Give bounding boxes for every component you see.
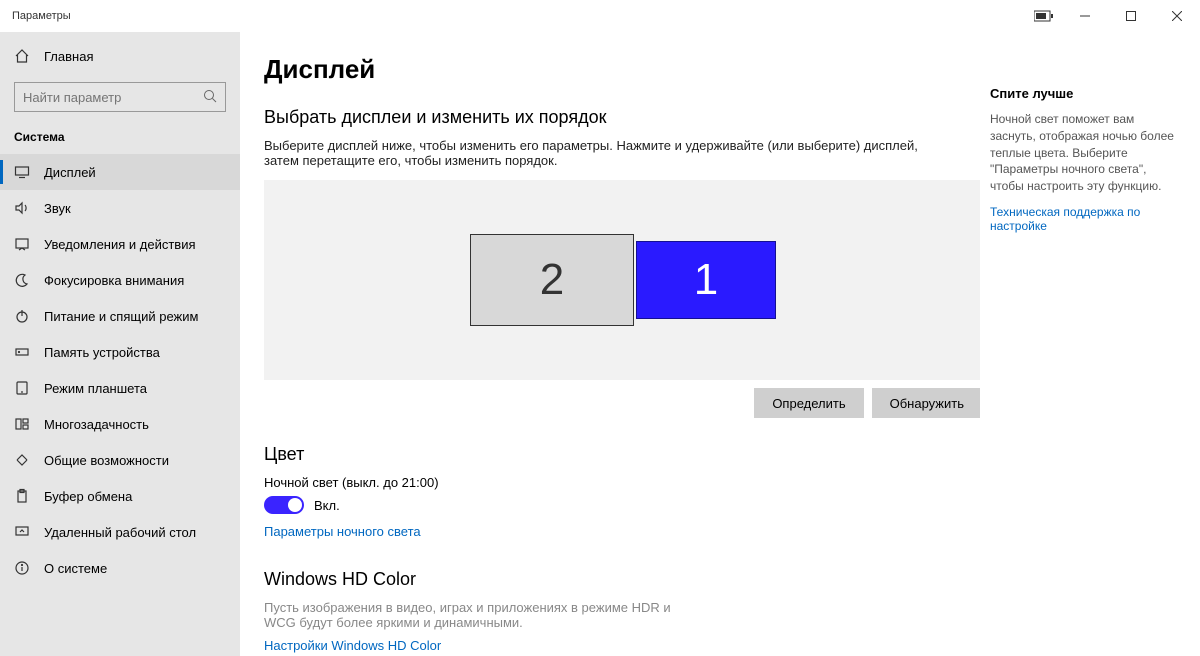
sidebar-item-multitask[interactable]: Многозадачность [0, 406, 240, 442]
night-light-toggle[interactable]: Вкл. [264, 496, 944, 514]
main-content: Дисплей Выбрать дисплеи и изменить их по… [240, 32, 980, 656]
sidebar-item-label: Фокусировка внимания [44, 273, 184, 288]
minimize-button[interactable] [1062, 0, 1108, 32]
window-title: Параметры [0, 10, 71, 22]
sidebar-item-label: Многозадачность [44, 417, 149, 432]
sidebar-item-label: Память устройства [44, 345, 160, 360]
identify-button[interactable]: Определить [754, 388, 863, 418]
color-heading: Цвет [264, 444, 944, 465]
arrange-heading: Выбрать дисплеи и изменить их порядок [264, 107, 944, 128]
search-icon [203, 89, 217, 106]
sidebar-item-about[interactable]: О системе [0, 550, 240, 586]
battery-icon [1034, 10, 1054, 22]
display-icon [14, 164, 30, 180]
detect-button[interactable]: Обнаружить [872, 388, 980, 418]
help-panel: Спите лучше Ночной свет поможет вам засн… [980, 32, 1200, 656]
sidebar-home-label: Главная [44, 49, 93, 64]
sidebar-group-title: Система [0, 116, 240, 154]
tablet-icon [14, 380, 30, 396]
hd-heading: Windows HD Color [264, 569, 944, 590]
maximize-button[interactable] [1108, 0, 1154, 32]
night-light-label: Ночной свет (выкл. до 21:00) [264, 475, 944, 490]
hd-desc: Пусть изображения в видео, играх и прило… [264, 600, 684, 630]
sidebar-item-sound[interactable]: Звук [0, 190, 240, 226]
sidebar-home[interactable]: Главная [0, 38, 240, 74]
monitor-2[interactable]: 2 [470, 234, 634, 326]
display-buttons: Определить Обнаружить [264, 388, 980, 418]
sidebar-item-label: Звук [44, 201, 71, 216]
page-title: Дисплей [264, 54, 944, 85]
multitask-icon [14, 416, 30, 432]
display-arrange-canvas[interactable]: 2 1 [264, 180, 980, 380]
titlebar: Параметры [0, 0, 1200, 32]
sidebar-item-clipboard[interactable]: Буфер обмена [0, 478, 240, 514]
monitor-1[interactable]: 1 [636, 241, 776, 319]
sidebar-item-label: Удаленный рабочий стол [44, 525, 196, 540]
sidebar-item-label: Дисплей [44, 165, 96, 180]
sidebar: Главная Система Дисплей Звук Уведомления… [0, 32, 240, 656]
sidebar-item-display[interactable]: Дисплей [0, 154, 240, 190]
monitor-2-label: 2 [540, 255, 564, 305]
search-wrap [0, 74, 240, 116]
power-icon [14, 308, 30, 324]
sidebar-item-tablet[interactable]: Режим планшета [0, 370, 240, 406]
hd-settings-link[interactable]: Настройки Windows HD Color [264, 638, 441, 653]
sidebar-item-shared[interactable]: Общие возможности [0, 442, 240, 478]
help-title: Спите лучше [990, 86, 1182, 101]
night-light-settings-link[interactable]: Параметры ночного света [264, 524, 421, 539]
sidebar-item-label: Уведомления и действия [44, 237, 196, 252]
search-box[interactable] [14, 82, 226, 112]
help-link[interactable]: Техническая поддержка по настройке [990, 205, 1182, 233]
clipboard-icon [14, 488, 30, 504]
sidebar-item-storage[interactable]: Память устройства [0, 334, 240, 370]
sound-icon [14, 200, 30, 216]
sidebar-item-label: О системе [44, 561, 107, 576]
notifications-icon [14, 236, 30, 252]
sidebar-item-label: Режим планшета [44, 381, 147, 396]
arrange-desc: Выберите дисплей ниже, чтобы изменить ег… [264, 138, 944, 168]
sidebar-item-remote[interactable]: Удаленный рабочий стол [0, 514, 240, 550]
help-text: Ночной свет поможет вам заснуть, отображ… [990, 111, 1182, 195]
storage-icon [14, 344, 30, 360]
sidebar-item-focus[interactable]: Фокусировка внимания [0, 262, 240, 298]
remote-icon [14, 524, 30, 540]
toggle-state: Вкл. [314, 498, 340, 513]
info-icon [14, 560, 30, 576]
close-button[interactable] [1154, 0, 1200, 32]
shared-icon [14, 452, 30, 468]
sidebar-item-label: Питание и спящий режим [44, 309, 198, 324]
focus-icon [14, 272, 30, 288]
monitor-1-label: 1 [694, 255, 718, 305]
sidebar-item-notifications[interactable]: Уведомления и действия [0, 226, 240, 262]
home-icon [14, 48, 30, 64]
sidebar-item-label: Буфер обмена [44, 489, 132, 504]
titlebar-controls [1034, 0, 1200, 32]
search-input[interactable] [23, 90, 203, 105]
sidebar-item-power[interactable]: Питание и спящий режим [0, 298, 240, 334]
sidebar-item-label: Общие возможности [44, 453, 169, 468]
